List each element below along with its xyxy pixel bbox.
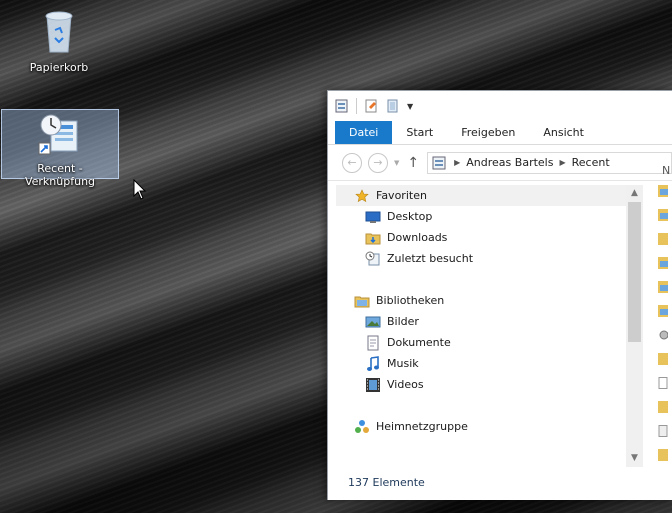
scrollbar-thumb[interactable] — [628, 202, 641, 342]
quick-access-toolbar: ▼ — [328, 91, 672, 121]
navigation-scrollbar[interactable]: ▲ ▼ — [626, 185, 643, 467]
text-file-icon[interactable] — [658, 425, 668, 437]
recent-places-icon — [365, 251, 381, 267]
folder-item-icon[interactable] — [658, 449, 668, 461]
nav-item-downloads[interactable]: Downloads — [336, 227, 642, 248]
recent-shortcut-icon — [38, 114, 78, 155]
file-item-icon[interactable] — [658, 209, 668, 221]
breadcrumb-user[interactable]: Andreas Bartels — [466, 156, 553, 169]
desktop-icon — [365, 209, 381, 225]
breadcrumb-recent[interactable]: Recent — [572, 156, 610, 169]
recent-locations-icon[interactable]: ▼ — [394, 159, 399, 167]
new-document-icon[interactable] — [363, 98, 379, 114]
explorer-window: ▼ Datei Start Freigeben Ansicht ← → ▼ ↑ … — [327, 90, 672, 500]
properties-icon[interactable] — [334, 98, 350, 114]
navigation-pane: Favoriten Desktop Downloads Zuletzt besu… — [336, 185, 642, 465]
recycle-bin[interactable]: Papierkorb — [0, 8, 118, 74]
downloads-folder-icon — [365, 230, 381, 246]
folder-item-icon[interactable] — [658, 353, 668, 365]
tab-datei[interactable]: Datei — [335, 121, 393, 144]
back-button[interactable]: ← — [342, 152, 362, 173]
breadcrumb-separator: ▶ — [559, 158, 566, 167]
ribbon-tabs: Datei Start Freigeben Ansicht — [328, 121, 672, 145]
nav-item-documents[interactable]: Dokumente — [336, 332, 642, 353]
nav-item-desktop[interactable]: Desktop — [336, 206, 642, 227]
nav-item-label: Zuletzt besucht — [387, 252, 474, 265]
homegroup-icon — [354, 419, 370, 435]
file-list-pane — [658, 185, 672, 467]
music-icon — [365, 355, 381, 372]
documents-icon — [365, 335, 381, 351]
nav-favorites-label: Favoriten — [376, 189, 427, 202]
file-item-icon[interactable] — [658, 185, 668, 197]
folder-item-icon[interactable] — [658, 233, 668, 245]
nav-item-label: Videos — [387, 378, 424, 391]
nav-item-recent-places[interactable]: Zuletzt besucht — [336, 248, 642, 269]
file-item-icon[interactable] — [658, 257, 668, 269]
column-header-name[interactable]: N — [662, 164, 670, 177]
recycle-bin-icon — [45, 11, 73, 53]
scroll-down-icon[interactable]: ▼ — [626, 450, 643, 467]
settings-file-icon[interactable] — [658, 329, 669, 341]
blank-file-icon[interactable] — [658, 377, 668, 389]
customize-toolbar-icon[interactable]: ▼ — [407, 102, 413, 111]
recycle-bin-label: Papierkorb — [29, 61, 89, 74]
scroll-up-icon[interactable]: ▲ — [626, 185, 643, 202]
nav-item-pictures[interactable]: Bilder — [336, 311, 642, 332]
new-folder-icon[interactable] — [385, 98, 401, 114]
pictures-icon — [365, 314, 381, 330]
toolbar-separator — [356, 98, 357, 114]
nav-homegroup-label: Heimnetzgruppe — [376, 420, 468, 433]
status-bar-item-count: 137 Elemente — [348, 476, 425, 489]
forward-arrow-icon: → — [373, 156, 383, 169]
videos-icon — [365, 377, 381, 393]
nav-libraries[interactable]: Bibliotheken — [336, 290, 642, 311]
address-bar[interactable]: ▶ Andreas Bartels ▶ Recent — [427, 151, 672, 174]
nav-item-label: Musik — [387, 357, 419, 370]
nav-libraries-label: Bibliotheken — [376, 294, 445, 307]
recent-shortcut-label: Recent - Verknüpfung — [24, 162, 96, 188]
nav-item-label: Bilder — [387, 315, 419, 328]
mouse-cursor-icon — [133, 179, 147, 200]
back-arrow-icon: ← — [347, 156, 357, 169]
nav-item-videos[interactable]: Videos — [336, 374, 642, 395]
nav-item-label: Dokumente — [387, 336, 451, 349]
up-arrow-icon[interactable]: ↑ — [407, 155, 419, 171]
star-icon — [354, 188, 370, 204]
address-row: ← → ▼ ↑ ▶ Andreas Bartels ▶ Recent — [328, 145, 672, 181]
breadcrumb-separator: ▶ — [454, 158, 461, 167]
location-icon — [432, 156, 446, 169]
nav-favorites[interactable]: Favoriten — [336, 185, 642, 206]
file-item-icon[interactable] — [658, 305, 668, 317]
recent-shortcut[interactable]: Recent - Verknüpfung — [1, 109, 119, 188]
folder-item-icon[interactable] — [658, 401, 668, 413]
file-item-icon[interactable] — [658, 281, 668, 293]
libraries-icon — [354, 293, 370, 309]
tab-freigeben[interactable]: Freigeben — [447, 121, 529, 144]
tab-ansicht[interactable]: Ansicht — [529, 121, 598, 144]
nav-item-label: Desktop — [387, 210, 433, 223]
tab-start[interactable]: Start — [392, 121, 447, 144]
nav-item-label: Downloads — [387, 231, 448, 244]
forward-button[interactable]: → — [368, 152, 388, 173]
nav-item-music[interactable]: Musik — [336, 353, 642, 374]
nav-homegroup[interactable]: Heimnetzgruppe — [336, 416, 642, 437]
